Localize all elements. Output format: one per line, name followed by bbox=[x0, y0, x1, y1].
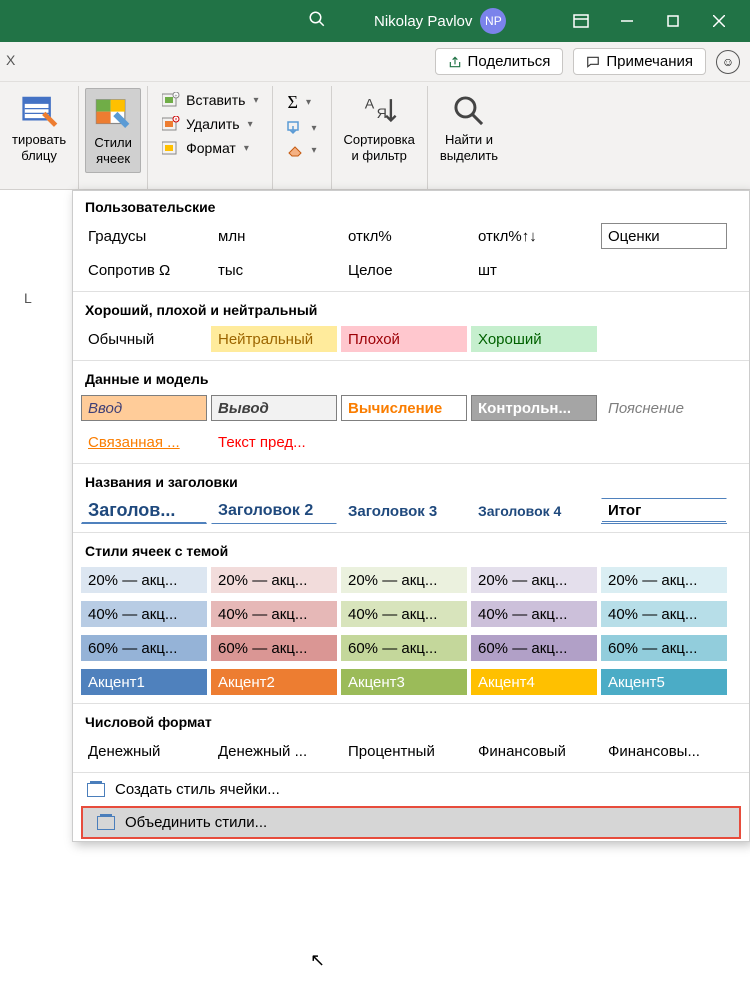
section-data-model: Данные и модель bbox=[73, 363, 749, 393]
merge-styles-icon bbox=[97, 816, 115, 830]
style-40-accent5[interactable]: 40% — акц... bbox=[601, 601, 727, 627]
style-40-accent4[interactable]: 40% — акц... bbox=[471, 601, 597, 627]
ribbon-display-icon[interactable] bbox=[558, 0, 604, 42]
style-accent5[interactable]: Акцент5 bbox=[601, 669, 727, 695]
style-20-accent1[interactable]: 20% — акц... bbox=[81, 567, 207, 593]
format-as-table-button[interactable]: тировать блицу bbox=[6, 88, 72, 167]
style-otkl-arrows[interactable]: откл%↑↓ bbox=[471, 223, 597, 249]
format-cells-button[interactable]: Формат▾ bbox=[158, 138, 262, 158]
style-check[interactable]: Контрольн... bbox=[471, 395, 597, 421]
style-neutral[interactable]: Нейтральный bbox=[211, 326, 337, 352]
style-60-accent1[interactable]: 60% — акц... bbox=[81, 635, 207, 661]
style-40-accent1[interactable]: 40% — акц... bbox=[81, 601, 207, 627]
style-60-accent5[interactable]: 60% — акц... bbox=[601, 635, 727, 661]
svg-text:Я: Я bbox=[377, 106, 387, 122]
style-degrees[interactable]: Градусы bbox=[81, 223, 207, 249]
share-label: Поделиться bbox=[468, 53, 551, 70]
fill-button[interactable]: ▾ bbox=[283, 119, 320, 137]
close-icon[interactable] bbox=[696, 0, 742, 42]
style-good[interactable]: Хороший bbox=[471, 326, 597, 352]
style-input[interactable]: Ввод bbox=[81, 395, 207, 421]
svg-text:+: + bbox=[175, 94, 178, 100]
sort-label: Сортировка и фильтр bbox=[344, 132, 415, 163]
style-normal[interactable]: Обычный bbox=[81, 326, 207, 352]
style-output[interactable]: Вывод bbox=[211, 395, 337, 421]
section-custom: Пользовательские bbox=[73, 191, 749, 221]
style-20-accent3[interactable]: 20% — акц... bbox=[341, 567, 467, 593]
style-percent[interactable]: Процентный bbox=[341, 738, 467, 764]
style-accent2[interactable]: Акцент2 bbox=[211, 669, 337, 695]
style-financial0[interactable]: Финансовы... bbox=[601, 738, 727, 764]
cell-styles-gallery: Пользовательские Градусы млн откл% откл%… bbox=[72, 190, 750, 842]
new-style-icon bbox=[87, 783, 105, 797]
style-currency0[interactable]: Денежный ... bbox=[211, 738, 337, 764]
style-linked[interactable]: Связанная ... bbox=[81, 429, 207, 455]
style-accent3[interactable]: Акцент3 bbox=[341, 669, 467, 695]
merge-styles-button[interactable]: Объединить стили... bbox=[81, 806, 741, 839]
svg-text:×: × bbox=[175, 117, 178, 123]
style-40-accent2[interactable]: 40% — акц... bbox=[211, 601, 337, 627]
cell-styles-label: Стили ячеек bbox=[94, 135, 131, 166]
insert-cells-button[interactable]: +Вставить▾ bbox=[158, 90, 262, 110]
autosum-button[interactable]: Σ▾ bbox=[283, 90, 320, 115]
new-style-label: Создать стиль ячейки... bbox=[115, 781, 280, 798]
style-40-accent3[interactable]: 40% — акц... bbox=[341, 601, 467, 627]
style-resistance[interactable]: Сопротив Ω bbox=[81, 257, 207, 283]
delete-cells-button[interactable]: ×Удалить▾ bbox=[158, 114, 262, 134]
cell-styles-button[interactable]: Стили ячеек bbox=[85, 88, 141, 173]
comments-label: Примечания bbox=[606, 53, 693, 70]
style-heading1[interactable]: Заголов... bbox=[81, 498, 207, 524]
svg-text:А: А bbox=[365, 97, 375, 113]
style-20-accent4[interactable]: 20% — акц... bbox=[471, 567, 597, 593]
style-heading4[interactable]: Заголовок 4 bbox=[471, 498, 597, 524]
cursor-icon: ↖ bbox=[310, 950, 325, 971]
style-explanatory[interactable]: Пояснение bbox=[601, 395, 727, 421]
section-number-format: Числовой формат bbox=[73, 706, 749, 736]
style-accent1[interactable]: Акцент1 bbox=[81, 669, 207, 695]
find-select-button[interactable]: Найти и выделить bbox=[434, 88, 504, 167]
style-pcs[interactable]: шт bbox=[471, 257, 597, 283]
style-financial[interactable]: Финансовый bbox=[471, 738, 597, 764]
style-heading2[interactable]: Заголовок 2 bbox=[211, 498, 337, 524]
style-20-accent2[interactable]: 20% — акц... bbox=[211, 567, 337, 593]
ribbon: тировать блицу Стили ячеек +Вставить▾ ×У… bbox=[0, 82, 750, 190]
clear-button[interactable]: ▾ bbox=[283, 141, 320, 159]
section-good-bad: Хороший, плохой и нейтральный bbox=[73, 294, 749, 324]
style-60-accent2[interactable]: 60% — акц... bbox=[211, 635, 337, 661]
search-icon[interactable] bbox=[308, 10, 326, 33]
style-integer[interactable]: Целое bbox=[341, 257, 467, 283]
share-button[interactable]: Поделиться bbox=[435, 48, 564, 75]
style-20-accent5[interactable]: 20% — акц... bbox=[601, 567, 727, 593]
find-label: Найти и выделить bbox=[440, 132, 498, 163]
merge-styles-label: Объединить стили... bbox=[125, 814, 267, 831]
style-accent4[interactable]: Акцент4 bbox=[471, 669, 597, 695]
style-heading3[interactable]: Заголовок 3 bbox=[341, 498, 467, 524]
column-header-l[interactable]: L bbox=[24, 290, 32, 306]
style-bad[interactable]: Плохой bbox=[341, 326, 467, 352]
style-currency[interactable]: Денежный bbox=[81, 738, 207, 764]
style-warning[interactable]: Текст пред... bbox=[211, 429, 337, 455]
sort-filter-button[interactable]: АЯ Сортировка и фильтр bbox=[338, 88, 421, 167]
style-total[interactable]: Итог bbox=[601, 498, 727, 524]
section-themed: Стили ячеек с темой bbox=[73, 535, 749, 565]
new-cell-style-button[interactable]: Создать стиль ячейки... bbox=[73, 775, 749, 804]
tab-indicator: X bbox=[6, 52, 15, 68]
feedback-icon[interactable]: ☺ bbox=[716, 50, 740, 74]
style-mln[interactable]: млн bbox=[211, 223, 337, 249]
format-table-label: тировать блицу bbox=[12, 132, 66, 163]
style-calculation[interactable]: Вычисление bbox=[341, 395, 467, 421]
quick-access-row: X Поделиться Примечания ☺ bbox=[0, 42, 750, 82]
style-otkl-pct[interactable]: откл% bbox=[341, 223, 467, 249]
style-tys[interactable]: тыс bbox=[211, 257, 337, 283]
title-bar: Nikolay Pavlov NP bbox=[0, 0, 750, 42]
minimize-icon[interactable] bbox=[604, 0, 650, 42]
user-name: Nikolay Pavlov bbox=[374, 13, 472, 30]
maximize-icon[interactable] bbox=[650, 0, 696, 42]
style-60-accent4[interactable]: 60% — акц... bbox=[471, 635, 597, 661]
section-titles: Названия и заголовки bbox=[73, 466, 749, 496]
style-ratings[interactable]: Оценки bbox=[601, 223, 727, 249]
comments-button[interactable]: Примечания bbox=[573, 48, 706, 75]
avatar[interactable]: NP bbox=[480, 8, 506, 34]
style-60-accent3[interactable]: 60% — акц... bbox=[341, 635, 467, 661]
